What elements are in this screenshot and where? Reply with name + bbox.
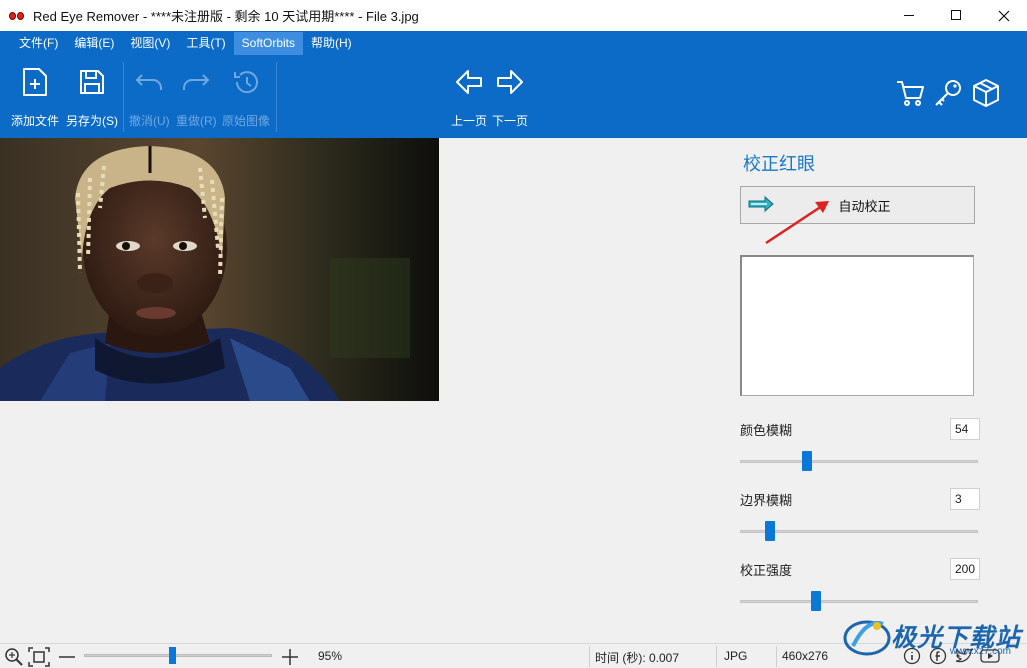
save-icon bbox=[79, 60, 105, 104]
redo-button[interactable]: 重做(R) bbox=[176, 60, 217, 129]
processing-time: 时间 (秒): 0.007 bbox=[595, 651, 680, 665]
undo-button[interactable]: 撤消(U) bbox=[129, 60, 170, 129]
save-as-button[interactable]: 另存为(S) bbox=[66, 60, 118, 129]
zoom-in-icon[interactable] bbox=[281, 647, 299, 668]
correction-strength-label: 校正强度 bbox=[740, 563, 793, 578]
border-blur-label: 边界模糊 bbox=[740, 493, 793, 508]
minimize-icon bbox=[904, 15, 914, 16]
title-bar: Red Eye Remover - ****未注册版 - 剩余 10 天试用期*… bbox=[0, 0, 1027, 31]
color-blur-label: 颜色模糊 bbox=[740, 423, 793, 438]
toolbar-divider bbox=[276, 62, 277, 132]
fit-to-screen-icon[interactable] bbox=[28, 647, 50, 668]
prev-page-label: 上一页 bbox=[451, 114, 488, 128]
slider-track[interactable] bbox=[740, 600, 978, 603]
correction-strength-value[interactable]: 200 bbox=[950, 558, 980, 580]
watermark-logo-icon bbox=[843, 620, 891, 656]
history-icon bbox=[231, 60, 261, 104]
red-arrow-annotation bbox=[765, 201, 829, 245]
menu-edit[interactable]: 编辑(E) bbox=[66, 32, 122, 55]
arrow-left-icon bbox=[455, 60, 483, 104]
next-page-label: 下一页 bbox=[492, 114, 529, 128]
maximize-icon bbox=[951, 10, 961, 20]
prev-page-button[interactable]: 上一页 bbox=[451, 60, 487, 129]
zoom-search-icon[interactable] bbox=[4, 647, 24, 668]
slider-thumb[interactable] bbox=[811, 591, 821, 611]
close-button[interactable] bbox=[980, 0, 1027, 31]
slider-thumb[interactable] bbox=[802, 451, 812, 471]
redo-icon bbox=[181, 60, 211, 104]
watermark-url: www.xz7.com bbox=[949, 646, 1011, 657]
menu-softorbits[interactable]: SoftOrbits bbox=[233, 32, 304, 55]
undo-label: 撤消(U) bbox=[129, 114, 170, 128]
zoom-out-icon[interactable] bbox=[58, 647, 76, 668]
status-divider bbox=[716, 646, 717, 667]
package-icon[interactable] bbox=[971, 78, 1001, 111]
menu-file[interactable]: 文件(F) bbox=[11, 32, 66, 55]
zoom-level: 95% bbox=[318, 649, 343, 663]
original-image-button[interactable]: 原始图像 bbox=[222, 60, 270, 129]
slider-track[interactable] bbox=[740, 530, 978, 533]
menu-bar: 文件(F) 编辑(E) 视图(V) 工具(T) SoftOrbits 帮助(H) bbox=[0, 31, 1027, 56]
window-title: Red Eye Remover - ****未注册版 - 剩余 10 天试用期*… bbox=[33, 9, 419, 24]
menu-help[interactable]: 帮助(H) bbox=[303, 32, 360, 55]
portrait-photo bbox=[0, 138, 439, 401]
slider-track[interactable] bbox=[740, 460, 978, 463]
correction-panel: 校正红眼 自动校正 颜色模糊 54 边界模糊 3 校正强度 200 bbox=[718, 138, 1027, 643]
zoom-slider-track[interactable] bbox=[84, 654, 272, 657]
save-as-label: 另存为(S) bbox=[66, 114, 118, 128]
image-format: JPG bbox=[724, 649, 748, 663]
menu-tools[interactable]: 工具(T) bbox=[178, 32, 233, 55]
color-blur-value[interactable]: 54 bbox=[950, 418, 980, 440]
redo-label: 重做(R) bbox=[176, 114, 217, 128]
image-canvas[interactable] bbox=[0, 138, 718, 643]
add-file-icon bbox=[22, 60, 48, 104]
toolbar-divider bbox=[123, 62, 124, 132]
close-icon bbox=[998, 10, 1009, 21]
status-divider bbox=[589, 646, 590, 667]
watermark: 极光下载站 www.xz7.com bbox=[843, 614, 1021, 658]
cart-icon[interactable] bbox=[895, 78, 925, 111]
eye-preview-box bbox=[740, 255, 974, 396]
original-image-label: 原始图像 bbox=[222, 114, 271, 128]
toolbar: 添加文件 另存为(S) 撤消(U) 重做(R) 原始图像 上一页 下一页 bbox=[0, 56, 1027, 138]
arrow-right-icon bbox=[496, 60, 524, 104]
app-window: Red Eye Remover - ****未注册版 - 剩余 10 天试用期*… bbox=[0, 0, 1027, 668]
border-blur-value[interactable]: 3 bbox=[950, 488, 980, 510]
zoom-slider-thumb[interactable] bbox=[169, 647, 176, 664]
add-file-label: 添加文件 bbox=[11, 114, 60, 128]
status-divider bbox=[776, 646, 777, 667]
next-page-button[interactable]: 下一页 bbox=[492, 60, 528, 129]
slider-thumb[interactable] bbox=[765, 521, 775, 541]
red-eye-app-icon bbox=[9, 9, 27, 23]
undo-icon bbox=[134, 60, 164, 104]
minimize-button[interactable] bbox=[886, 0, 933, 31]
menu-view[interactable]: 视图(V) bbox=[122, 32, 178, 55]
image-dimensions: 460x276 bbox=[782, 649, 829, 663]
panel-title: 校正红眼 bbox=[743, 154, 815, 174]
add-file-button[interactable]: 添加文件 bbox=[11, 60, 59, 129]
key-icon[interactable] bbox=[933, 78, 963, 111]
maximize-button[interactable] bbox=[933, 0, 980, 31]
